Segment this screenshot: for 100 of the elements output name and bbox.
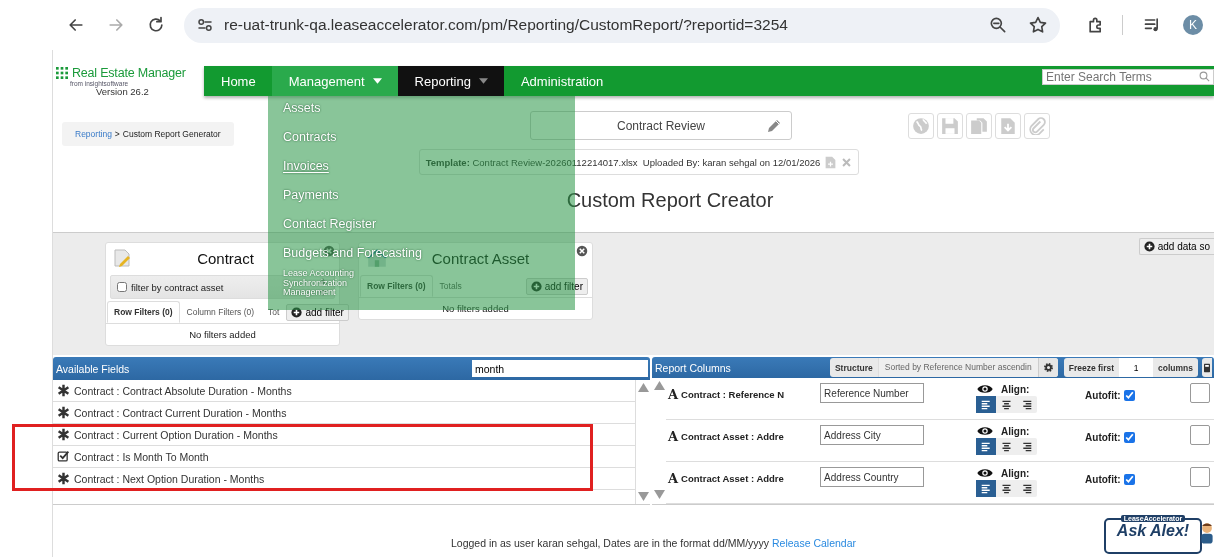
version-label: Version 26.2 xyxy=(96,86,150,97)
scroll-up-icon[interactable] xyxy=(653,381,665,390)
text-type-icon: A xyxy=(668,387,679,402)
floppy-icon xyxy=(941,116,959,135)
eye-icon[interactable] xyxy=(976,467,995,479)
url-text: re-uat-trunk-qa.leaseaccelerator.com/pm/Reporting/CustomReport/?reportid=3254 xyxy=(224,16,788,34)
report-name-field[interactable]: Contract Review xyxy=(530,111,792,140)
field-list-item[interactable]: Contract : Is Month To Month xyxy=(53,446,635,468)
asterisk-icon xyxy=(57,428,70,441)
nav-item[interactable]: Home xyxy=(204,66,272,96)
align-left-icon xyxy=(979,398,993,411)
paperclip-icon xyxy=(1028,116,1046,135)
search-field[interactable]: Enter Search Terms xyxy=(1042,69,1214,85)
column-field-name: Contract : Reference N xyxy=(681,389,786,400)
scroll-up-icon[interactable] xyxy=(637,383,649,392)
column-field-name: Contract Asset : Addre xyxy=(681,473,785,484)
site-settings-icon[interactable] xyxy=(196,16,214,34)
calculator-icon xyxy=(1204,361,1210,374)
align-left-button[interactable] xyxy=(976,438,997,455)
autofit-label: Autofit: xyxy=(1085,390,1121,401)
add-filter-button[interactable]: add filter xyxy=(286,303,349,321)
field-list-item[interactable]: Contract : Contract Current Duration - Months xyxy=(53,402,635,424)
filter-tab[interactable]: Column Filters (0) xyxy=(179,301,262,323)
settings-icon xyxy=(1042,362,1054,373)
pencil-icon[interactable] xyxy=(766,118,782,134)
add-data-source-button[interactable]: add data so xyxy=(1138,238,1214,255)
release-calendar-link[interactable]: Release Calendar xyxy=(771,537,857,549)
asterisk-icon xyxy=(57,406,70,419)
asterisk-icon xyxy=(57,472,70,485)
globe-icon xyxy=(912,116,930,135)
autofit-label: Autofit: xyxy=(1085,474,1121,485)
logo-title: Real Estate Manager xyxy=(72,66,186,80)
nav-item[interactable]: Reporting xyxy=(397,66,504,96)
address-bar[interactable]: re-uat-trunk-qa.leaseaccelerator.com/pm/Reporting/CustomReport/?reportid=3254 xyxy=(184,7,1060,43)
filter-checkbox[interactable] xyxy=(117,282,127,292)
panel-title: Report Columns xyxy=(655,361,731,374)
autofit-checkbox[interactable] xyxy=(1123,474,1135,485)
nav-item[interactable]: Administration xyxy=(503,66,620,96)
zoom-out-icon[interactable] xyxy=(988,15,1008,35)
reload-icon[interactable] xyxy=(146,15,166,35)
scroll-down-icon[interactable] xyxy=(637,492,649,501)
download-document-icon xyxy=(999,116,1017,135)
text-type-icon: A xyxy=(668,471,679,486)
caret-icon xyxy=(372,78,382,84)
autofit-checkbox[interactable] xyxy=(1123,432,1135,443)
filter-tab[interactable]: Row Filters (0) xyxy=(107,301,180,323)
card-title: Contract Asset xyxy=(431,249,530,267)
align-left-icon xyxy=(979,440,993,453)
column-field-name: Contract Asset : Addre xyxy=(681,431,785,442)
breadcrumb-link[interactable]: Reporting xyxy=(75,129,112,139)
checked-box-icon xyxy=(57,450,70,463)
empty-message: No filters added xyxy=(188,328,257,342)
grid-logo-icon xyxy=(56,67,68,79)
autofit-label: Autofit: xyxy=(1085,432,1121,443)
field-list-item[interactable]: Contract : Contract Absolute Duration - Months xyxy=(53,380,635,402)
column-header-input[interactable]: Reference Number xyxy=(820,383,925,403)
sort-field[interactable]: Sorted by Reference Number ascendin xyxy=(877,358,1038,377)
plus-circle-icon xyxy=(1143,241,1155,252)
badge-label: Ask Alex! xyxy=(1116,522,1190,540)
align-left-icon xyxy=(979,482,993,495)
calculator-button[interactable] xyxy=(1202,358,1212,377)
close-icon[interactable] xyxy=(576,245,588,257)
copy-icon xyxy=(970,116,988,135)
card-title: Contract xyxy=(197,249,254,267)
paperclip-button[interactable] xyxy=(1024,112,1050,139)
field-list-item[interactable]: Contract : Current Option Duration - Months xyxy=(53,424,635,446)
asterisk-icon xyxy=(57,384,70,397)
freeze-columns-input[interactable]: 1 xyxy=(1119,358,1154,377)
filter-label: filter by contract asset xyxy=(131,281,224,293)
row-checkbox[interactable] xyxy=(1190,425,1210,445)
columns-label: columns xyxy=(1157,362,1194,373)
freeze-label: Freeze first xyxy=(1067,362,1116,373)
plus-circle-icon xyxy=(530,280,542,292)
align-label: Align: xyxy=(1001,425,1030,437)
row-checkbox[interactable] xyxy=(1190,383,1210,403)
scroll-down-icon[interactable] xyxy=(653,490,665,499)
structure-label: Structure xyxy=(833,362,874,373)
field-search-input[interactable]: month xyxy=(472,360,648,377)
search-icon[interactable] xyxy=(1199,71,1211,83)
profile-avatar[interactable]: K xyxy=(1183,15,1203,35)
align-label: Align: xyxy=(1001,467,1030,479)
caret-icon xyxy=(478,78,488,84)
row-checkbox[interactable] xyxy=(1190,467,1210,487)
panel-title: Available Fields xyxy=(56,362,130,375)
autofit-checkbox[interactable] xyxy=(1123,390,1135,401)
eye-icon[interactable] xyxy=(976,425,995,437)
column-header-input[interactable]: Address Country xyxy=(820,467,925,487)
align-left-button[interactable] xyxy=(976,480,997,497)
align-left-button[interactable] xyxy=(976,396,997,413)
field-list-item[interactable]: Contract : Next Option Duration - Months xyxy=(53,468,635,490)
eye-icon[interactable] xyxy=(976,383,995,395)
document-pencil-icon xyxy=(112,247,132,269)
breadcrumb-current: Custom Report Generator xyxy=(122,129,221,139)
align-label: Align: xyxy=(1001,383,1030,395)
column-header-input[interactable]: Address City xyxy=(820,425,925,445)
breadcrumb-separator: > xyxy=(114,129,120,139)
plus-circle-icon xyxy=(291,306,303,318)
filter-tab[interactable]: Tot xyxy=(261,301,287,323)
text-type-icon: A xyxy=(668,429,679,444)
star-icon[interactable] xyxy=(1028,15,1048,35)
